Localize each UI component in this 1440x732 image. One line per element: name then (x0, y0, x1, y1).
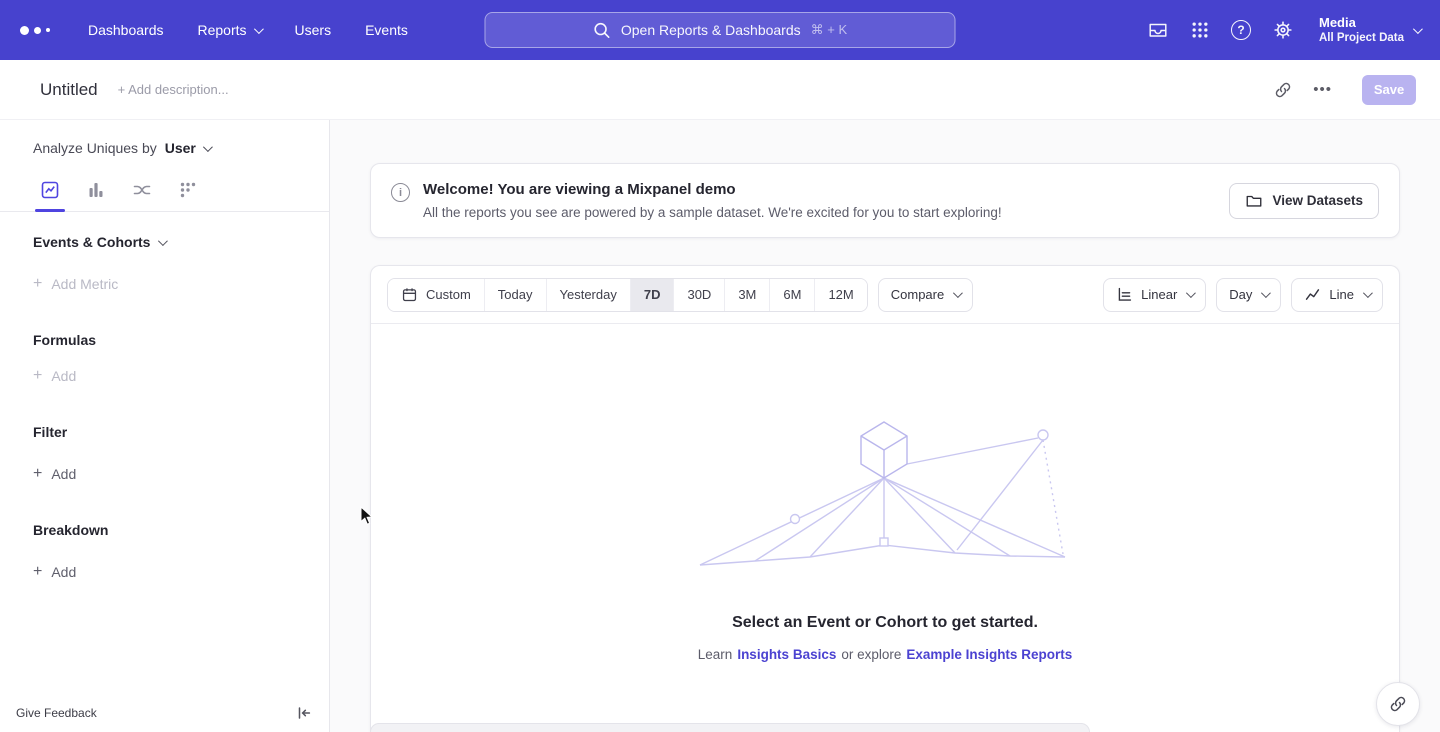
interval-dropdown[interactable]: Day (1216, 278, 1281, 312)
nav-events[interactable]: Events (365, 22, 408, 38)
calendar-icon (401, 286, 418, 303)
folder-icon (1245, 192, 1263, 210)
range-7d[interactable]: 7D (630, 279, 674, 311)
range-12m[interactable]: 12M (814, 279, 866, 311)
link-icon (1388, 694, 1408, 714)
tab-flows[interactable] (119, 171, 165, 211)
tab-insights[interactable] (27, 171, 73, 211)
example-insights-reports-link[interactable]: Example Insights Reports (906, 647, 1072, 662)
chart-type-dropdown[interactable]: Line (1291, 278, 1383, 312)
nav-users[interactable]: Users (295, 22, 332, 38)
give-feedback-link[interactable]: Give Feedback (16, 706, 97, 720)
view-datasets-button[interactable]: View Datasets (1229, 183, 1379, 219)
demo-welcome-banner: i Welcome! You are viewing a Mixpanel de… (370, 163, 1400, 238)
formulas-section: Formulas (33, 332, 329, 348)
collapse-sidebar-icon[interactable] (295, 704, 313, 722)
query-builder-sidebar: Analyze Uniques by User (0, 120, 330, 732)
project-selector[interactable]: Media All Project Data (1319, 15, 1420, 46)
chevron-down-icon (1363, 288, 1373, 298)
empty-state-subtitle: Learn Insights Basics or explore Example… (698, 647, 1072, 662)
inbox-icon[interactable] (1147, 19, 1169, 41)
empty-state: Select an Event or Cohort to get started… (371, 324, 1399, 732)
compare-dropdown[interactable]: Compare (878, 278, 973, 312)
insights-chart-icon (40, 180, 60, 200)
empty-state-illustration (695, 420, 1075, 570)
more-options-icon[interactable]: ••• (1313, 81, 1332, 98)
chevron-down-icon (203, 142, 213, 152)
date-range-group: Custom Today Yesterday 7D 30D 3M 6M 12M (387, 278, 868, 312)
save-button[interactable]: Save (1362, 75, 1416, 105)
info-icon: i (391, 183, 410, 202)
chevron-down-icon (1186, 288, 1196, 298)
plus-icon: + (33, 466, 42, 482)
project-subtitle: All Project Data (1319, 31, 1404, 45)
analyze-by-dropdown[interactable]: User (165, 140, 210, 156)
tab-funnels[interactable] (73, 171, 119, 211)
range-custom[interactable]: Custom (388, 279, 484, 311)
settings-gear-icon[interactable] (1272, 19, 1294, 41)
line-chart-icon (1304, 286, 1321, 303)
metric-type-tabs (0, 171, 329, 212)
insights-chart-card: Custom Today Yesterday 7D 30D 3M 6M 12M … (370, 265, 1400, 732)
mixpanel-logo[interactable] (20, 26, 66, 35)
global-search-input[interactable]: Open Reports & Dashboards ⌘ + K (485, 12, 956, 48)
plus-icon: + (33, 564, 42, 580)
nav-reports[interactable]: Reports (198, 22, 261, 38)
project-name: Media (1319, 15, 1404, 31)
range-6m[interactable]: 6M (769, 279, 814, 311)
filter-section: Filter (33, 424, 329, 440)
tab-retention[interactable] (165, 171, 211, 211)
chart-controls: Custom Today Yesterday 7D 30D 3M 6M 12M … (371, 266, 1399, 324)
breakdown-section: Breakdown (33, 522, 329, 538)
analyze-label: Analyze Uniques by (33, 140, 157, 156)
plus-icon: + (33, 368, 42, 384)
top-nav: Dashboards Reports Users Events Open Rep… (0, 0, 1440, 60)
linear-scale-icon (1116, 286, 1133, 303)
range-30d[interactable]: 30D (673, 279, 724, 311)
share-link-fab[interactable] (1376, 682, 1420, 726)
range-today[interactable]: Today (484, 279, 546, 311)
chevron-down-icon (953, 288, 963, 298)
chevron-down-icon (253, 24, 263, 34)
add-breakdown-button[interactable]: + Add (33, 564, 329, 580)
primary-nav: Dashboards Reports Users Events (88, 22, 408, 38)
lower-panel-edge[interactable] (370, 723, 1090, 732)
apps-grid-icon[interactable] (1190, 20, 1210, 40)
bar-chart-icon (86, 180, 106, 200)
range-yesterday[interactable]: Yesterday (546, 279, 630, 311)
search-icon (593, 21, 611, 39)
report-title[interactable]: Untitled (40, 80, 98, 100)
insights-basics-link[interactable]: Insights Basics (737, 647, 836, 662)
search-placeholder: Open Reports & Dashboards (621, 22, 801, 38)
banner-body: All the reports you see are powered by a… (423, 205, 1002, 220)
empty-state-title: Select an Event or Cohort to get started… (732, 614, 1038, 632)
chevron-down-icon (158, 236, 168, 246)
add-formula-button[interactable]: + Add (33, 368, 329, 384)
help-icon[interactable]: ? (1231, 20, 1251, 40)
chevron-down-icon (1413, 24, 1423, 34)
report-canvas: i Welcome! You are viewing a Mixpanel de… (330, 120, 1440, 732)
flows-icon (132, 180, 152, 200)
nav-dashboards[interactable]: Dashboards (88, 22, 164, 38)
scale-dropdown[interactable]: Linear (1103, 278, 1206, 312)
report-description-placeholder[interactable]: + Add description... (118, 82, 229, 97)
report-header: Untitled + Add description... ••• Save (0, 60, 1440, 120)
events-cohorts-section[interactable]: Events & Cohorts (33, 234, 329, 250)
banner-title: Welcome! You are viewing a Mixpanel demo (423, 181, 1002, 198)
range-3m[interactable]: 3M (724, 279, 769, 311)
add-metric-button[interactable]: + Add Metric (33, 276, 329, 292)
search-shortcut: ⌘ + K (811, 22, 848, 38)
chevron-down-icon (1261, 288, 1271, 298)
plus-icon: + (33, 276, 42, 292)
retention-grid-icon (178, 180, 198, 200)
copy-link-icon[interactable] (1273, 80, 1293, 100)
add-filter-button[interactable]: + Add (33, 466, 329, 482)
